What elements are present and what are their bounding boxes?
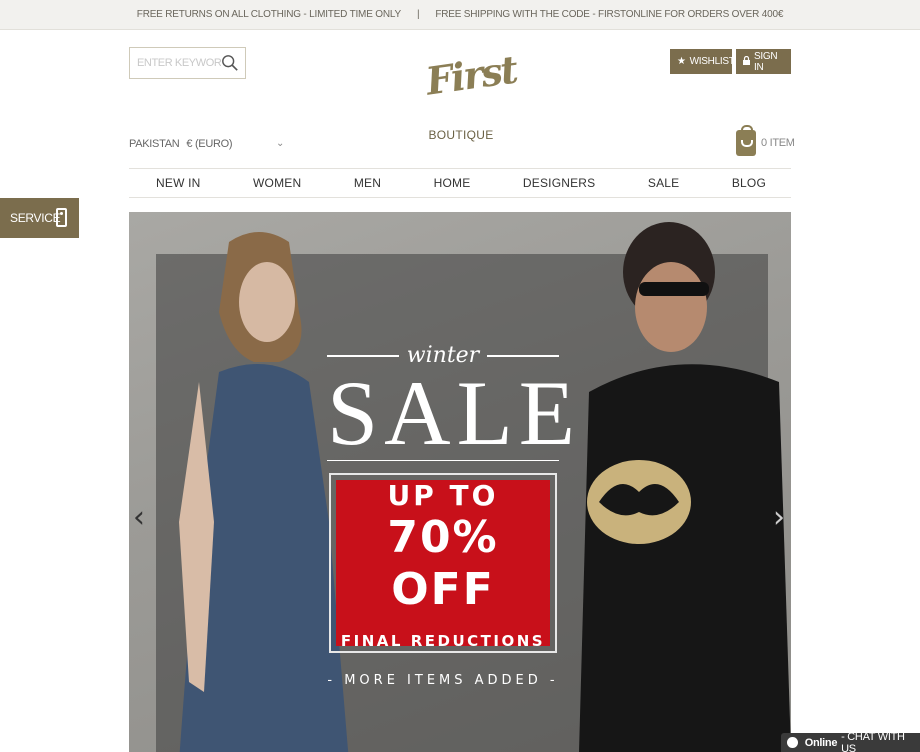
nav-item-sale[interactable]: SALE — [648, 176, 680, 190]
wishlist-button[interactable]: ★ WISHLIST — [670, 49, 735, 74]
decorative-line — [327, 355, 399, 357]
phone-icon — [56, 208, 67, 227]
nav-item-blog[interactable]: BLOG — [732, 176, 766, 190]
final-reductions-label: FINAL REDUCTIONS — [340, 632, 546, 650]
chat-label: - CHAT WITH US — [841, 730, 905, 752]
lock-icon — [743, 55, 750, 68]
free-shipping-text: FREE SHIPPING WITH THE CODE - FIRSTONLIN… — [435, 9, 784, 20]
service-label: SERVICE — [10, 211, 61, 225]
cart-button[interactable]: 0 ITEM — [736, 125, 795, 156]
country-label: PAKISTAN — [129, 138, 180, 150]
sign-in-label: SIGN IN — [754, 50, 778, 73]
shopping-bag-icon — [736, 125, 756, 156]
up-to-label: UP TO — [387, 479, 499, 512]
service-tab[interactable]: SERVICE — [0, 198, 79, 238]
free-returns-text: FREE RETURNS ON ALL CLOTHING - LIMITED T… — [136, 9, 401, 20]
more-items-label: - MORE ITEMS ADDED - — [327, 673, 559, 688]
nav-item-men[interactable]: MEN — [354, 176, 381, 190]
wishlist-label: WISHLIST — [689, 56, 735, 67]
logo-wordmark: BOUTIQUE — [428, 128, 494, 142]
decorative-line — [487, 355, 559, 357]
sale-promo: winter SALE UP TO 70% OFF FINAL REDUCTIO… — [327, 342, 581, 688]
country-currency-select[interactable]: PAKISTAN € (EURO) ⌄ — [129, 138, 289, 150]
search-box[interactable] — [129, 47, 246, 79]
cart-count: 0 ITEM — [761, 137, 795, 149]
chat-bubble-icon — [787, 737, 798, 748]
chat-widget[interactable]: Online - CHAT WITH US — [781, 730, 920, 752]
discount-box: UP TO 70% OFF FINAL REDUCTIONS — [329, 473, 557, 653]
promo-top-bar: FREE RETURNS ON ALL CLOTHING - LIMITED T… — [0, 0, 920, 30]
nav-item-designers[interactable]: DESIGNERS — [523, 176, 595, 190]
carousel-next-arrow[interactable]: › — [773, 500, 785, 535]
sign-in-button[interactable]: SIGN IN — [736, 49, 791, 74]
chat-status: Online — [804, 736, 838, 749]
search-input[interactable] — [137, 57, 221, 69]
sale-heading: SALE — [327, 362, 581, 464]
chevron-down-icon[interactable]: ⌄ — [276, 138, 284, 149]
model-man-image — [579, 222, 791, 752]
currency-label: € (EURO) — [186, 138, 233, 150]
logo-script: First — [423, 46, 519, 104]
main-navigation: NEW IN WOMEN MEN HOME DESIGNERS SALE BLO… — [129, 168, 791, 198]
star-icon: ★ — [677, 56, 686, 67]
topbar-separator: | — [416, 9, 420, 20]
search-icon[interactable] — [221, 54, 239, 72]
discount-panel: UP TO 70% OFF FINAL REDUCTIONS — [336, 479, 550, 650]
hero-banner[interactable]: ‹ › winter SALE UP TO 70% OFF FINAL REDU… — [129, 212, 791, 752]
nav-item-women[interactable]: WOMEN — [253, 176, 301, 190]
carousel-prev-arrow[interactable]: ‹ — [133, 500, 145, 535]
site-logo[interactable]: First BOUTIQUE — [423, 44, 519, 154]
nav-item-home[interactable]: HOME — [434, 176, 471, 190]
nav-item-new-in[interactable]: NEW IN — [156, 176, 201, 190]
discount-percent: 70% OFF — [387, 512, 499, 615]
